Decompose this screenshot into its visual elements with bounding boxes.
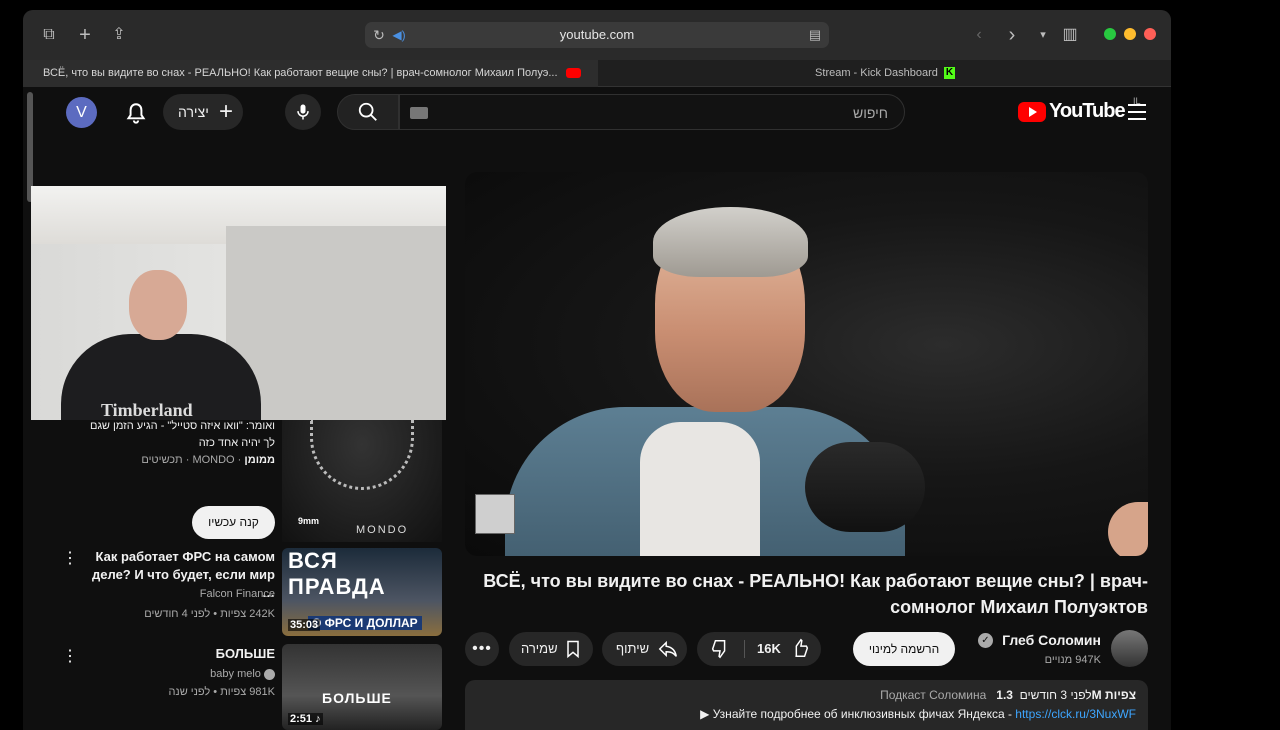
like-divider xyxy=(744,640,745,658)
search-input[interactable]: חיפוש xyxy=(399,94,905,130)
like-dislike-group: 16K xyxy=(697,632,821,666)
search-icon xyxy=(358,102,377,121)
related-thumbnail[interactable]: ВСЯ ПРАВДА О ФРС И ДОЛЛАР 35:03 xyxy=(282,548,442,636)
tab-youtube[interactable]: ВСЁ, что вы видите во снах - РЕАЛЬНО! Ка… xyxy=(23,60,598,87)
plus-icon: + xyxy=(218,98,233,125)
minimize-window-button[interactable] xyxy=(1124,28,1136,40)
related-video-title[interactable]: БОЛЬШЕ xyxy=(80,645,275,663)
related-meta: 242K צפיות • לפני 4 חודשים xyxy=(144,608,275,620)
description-box[interactable]: Подкаст Соломина לפני 3 חודשים 1.3M צפיו… xyxy=(465,680,1148,730)
more-options-button[interactable]: ••• xyxy=(465,632,499,666)
tab-title: ВСЁ, что вы видите во снах - РЕАЛЬНО! Ка… xyxy=(43,67,558,79)
ad-size-label: 9mm xyxy=(298,516,320,526)
url-text: youtube.com xyxy=(559,27,635,42)
subscribe-button[interactable]: הרשמה למינוי xyxy=(853,632,955,666)
bookmark-icon xyxy=(567,640,579,659)
microphone-icon xyxy=(297,104,309,120)
video-frame-microphone xyxy=(805,442,925,532)
video-frame-shirt xyxy=(640,422,760,556)
window-controls xyxy=(1104,28,1156,40)
back-icon[interactable]: ‹ xyxy=(969,25,989,45)
youtube-page: V יצירה + חיפוש YouTube IL 9mm MONDO ואו… xyxy=(23,88,1171,730)
browser-window: ⧉ + ⇪ ↻ ◀) youtube.com ▤ ‹ › ▾ ▥ ВСЁ, чт… xyxy=(23,10,1171,730)
related-channel-name: baby melo xyxy=(210,668,261,680)
address-bar[interactable]: ↻ ◀) youtube.com ▤ xyxy=(365,22,829,48)
tab-title: Stream - Kick Dashboard xyxy=(815,67,938,79)
channel-avatar[interactable] xyxy=(1111,630,1148,667)
subscriber-count: 947K מנויים xyxy=(1044,654,1101,666)
share-button[interactable]: שיתוף xyxy=(602,632,687,666)
save-button[interactable]: שמירה xyxy=(509,632,593,666)
tabs-overview-icon[interactable]: ⧉ xyxy=(39,25,59,45)
ad-brand-line: ממומן · MONDO · תכשיטים xyxy=(141,454,275,466)
related-channel[interactable]: Falcon Finance xyxy=(80,588,275,600)
share-icon[interactable]: ⇪ xyxy=(109,25,129,45)
reader-icon[interactable]: ▤ xyxy=(805,25,825,45)
forward-icon[interactable]: › xyxy=(1002,25,1022,45)
save-label: שמירה xyxy=(521,641,558,656)
thumbnail-subtitle: О ФРС И ДОЛЛАР xyxy=(308,616,422,630)
ad-brand: MONDO · תכשיטים xyxy=(141,454,235,466)
keyboard-icon[interactable] xyxy=(410,107,428,119)
sponsored-label: ממומן xyxy=(244,454,275,466)
tab-bar: ВСЁ, что вы видите во снах - РЕАЛЬНО! Ка… xyxy=(23,60,1171,87)
description-line: ▶ Узнайте подробнее об инклюзивных фичах… xyxy=(700,707,1016,721)
video-frame-hair xyxy=(653,207,808,277)
hamburger-menu-icon[interactable] xyxy=(1128,104,1146,120)
search-button[interactable] xyxy=(337,94,399,130)
description-tag[interactable]: Подкаст Соломина xyxy=(880,688,986,702)
share-arrow-icon xyxy=(658,640,677,658)
artist-verified-icon xyxy=(264,668,275,680)
tab-kick[interactable]: Stream - Kick Dashboard K xyxy=(599,60,1171,87)
related-meta: 981K צפיות • לפני שנה xyxy=(168,686,275,698)
kick-favicon-icon: K xyxy=(943,67,955,80)
avatar[interactable]: V xyxy=(66,97,97,128)
browser-toolbar: ⧉ + ⇪ ↻ ◀) youtube.com ▤ ‹ › ▾ ▥ xyxy=(23,10,1171,60)
chevron-down-icon[interactable]: ▾ xyxy=(1033,25,1053,45)
voice-search-button[interactable] xyxy=(285,94,321,130)
channel-name[interactable]: Глеб Соломин xyxy=(983,632,1101,648)
create-label: יצירה xyxy=(178,104,209,120)
description-link[interactable]: https://clck.ru/3NuxWF xyxy=(1015,707,1136,721)
desktop-background xyxy=(1171,0,1280,720)
notifications-bell-icon[interactable] xyxy=(123,101,149,127)
share-label: שיתוף xyxy=(616,641,650,656)
duration-badge: 35:03 xyxy=(288,619,321,631)
webcam-overlay: Timberland xyxy=(31,186,446,420)
youtube-favicon-icon xyxy=(565,68,581,79)
ad-description[interactable]: ואומר: "וואו איזה סטייל" - הגיע הזמן שגם… xyxy=(78,418,275,452)
duration-badge: 2:51 ♪ xyxy=(288,713,323,725)
logo-text: YouTube xyxy=(1049,100,1126,122)
upload-age: לפני 3 חודשים xyxy=(1019,688,1092,702)
ad-brand-watermark: MONDO xyxy=(356,524,409,536)
chain-image xyxy=(310,420,414,490)
youtube-play-icon xyxy=(1018,102,1046,122)
zoom-window-button[interactable] xyxy=(1104,28,1116,40)
thumbnail-title: БОЛЬШЕ xyxy=(322,690,392,706)
new-tab-icon[interactable]: + xyxy=(75,25,95,45)
description-text: ▶ Узнайте подробнее об инклюзивных фичах… xyxy=(700,707,1136,721)
channel-watermark[interactable] xyxy=(475,494,515,534)
thumbnail-title: ВСЯ ПРАВДА xyxy=(288,548,386,599)
dislike-icon[interactable] xyxy=(709,638,731,660)
close-window-button[interactable] xyxy=(1144,28,1156,40)
like-icon[interactable] xyxy=(789,637,811,659)
description-meta: Подкаст Соломина לפני 3 חודשים 1.3M צפיו… xyxy=(880,688,1136,702)
video-title: ВСЁ, что вы видите во снах - РЕАЛЬНО! Ка… xyxy=(483,571,1148,617)
ad-thumbnail[interactable]: 9mm MONDO xyxy=(282,420,442,542)
shirt-logo-text: Timberland xyxy=(101,400,193,420)
create-button[interactable]: יצירה + xyxy=(163,94,243,130)
buy-now-button[interactable]: קנה עכשיו xyxy=(192,506,275,539)
sidebar-icon[interactable]: ▥ xyxy=(1060,25,1080,45)
related-thumbnail[interactable]: БОЛЬШЕ 2:51 ♪ xyxy=(282,644,442,730)
more-actions-icon[interactable]: ⋮ xyxy=(62,548,78,568)
search-placeholder: חיפוש xyxy=(853,105,888,121)
video-player[interactable] xyxy=(465,172,1148,556)
video-frame-hand xyxy=(1108,502,1148,556)
more-actions-icon[interactable]: ⋮ xyxy=(62,646,78,666)
webcam-person-head xyxy=(129,270,187,340)
related-channel[interactable]: baby melo xyxy=(80,668,275,680)
like-count: 16K xyxy=(757,641,781,656)
